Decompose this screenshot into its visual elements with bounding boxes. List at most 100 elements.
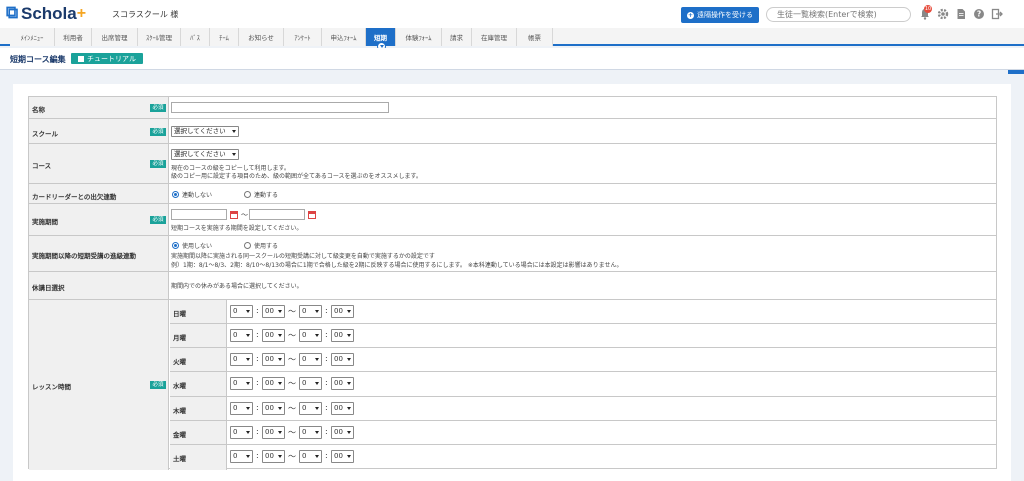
nav-tab-attendance[interactable]: 出席管理 — [92, 28, 138, 46]
main-nav: ﾒｲﾝﾒﾆｭｰ 利用者 出席管理 ｽｸｰﾙ管理 ﾊﾞｽ ﾁｰﾑ お知らせ ｱﾝｹ… — [0, 28, 1024, 74]
end-hour-select[interactable]: 0 — [299, 353, 322, 366]
chevron-down-icon — [347, 382, 351, 385]
school-select[interactable]: 選択してください — [171, 126, 239, 137]
field-label: 休講日選択 — [32, 284, 65, 292]
nav-tab-application-form[interactable]: 申込ﾌｫｰﾑ — [322, 28, 366, 46]
nav-tab-billing[interactable]: 請求 — [442, 28, 472, 46]
day-label: 水曜 — [173, 382, 186, 390]
nav-tab-inventory[interactable]: 在庫管理 — [472, 28, 517, 46]
remote-support-icon: + — [687, 11, 694, 19]
chevron-down-icon — [246, 431, 250, 434]
chevron-down-icon — [246, 310, 250, 313]
nav-tab-users[interactable]: 利用者 — [55, 28, 92, 46]
name-input[interactable] — [171, 102, 389, 113]
start-hour-select[interactable]: 0 — [230, 426, 253, 439]
nav-tab-main-menu[interactable]: ﾒｲﾝﾒﾆｭｰ — [10, 28, 55, 46]
start-minute-select[interactable]: 00 — [262, 450, 285, 463]
start-minute-select[interactable]: 00 — [262, 329, 285, 342]
nav-tab-short-term[interactable]: 短期 — [366, 28, 396, 51]
remote-support-label: 遠隔操作を受ける — [697, 11, 753, 19]
end-hour-select[interactable]: 0 — [299, 402, 322, 415]
gear-icon[interactable] — [937, 8, 949, 20]
chevron-down-icon — [347, 310, 351, 313]
start-minute-select[interactable]: 00 — [262, 402, 285, 415]
course-select[interactable]: 選択してください — [171, 149, 239, 160]
nav-tab-trial-form[interactable]: 体験ﾌｫｰﾑ — [396, 28, 442, 46]
chevron-down-icon — [278, 310, 282, 313]
remote-support-button[interactable]: + 遠隔操作を受ける — [681, 7, 759, 23]
required-badge: 必須 — [150, 160, 166, 168]
logout-icon[interactable] — [991, 8, 1003, 20]
lesson-day-row-tue: 火曜 0 : 00 〜 0 : 00 — [170, 348, 996, 372]
end-minute-select[interactable]: 00 — [331, 329, 354, 342]
lesson-day-row-wed: 水曜 0 : 00 〜 0 : 00 — [170, 372, 996, 397]
chevron-down-icon — [347, 431, 351, 434]
start-hour-select[interactable]: 0 — [230, 329, 253, 342]
chevron-down-icon — [278, 431, 282, 434]
card-reader-off-radio[interactable] — [172, 191, 179, 198]
course-edit-form: 名称 必須 スクール 必須 選択してください コース 必須 選択してください 現… — [28, 96, 997, 470]
nav-tab-news[interactable]: お知らせ — [239, 28, 284, 46]
help-icon[interactable]: ? — [973, 8, 985, 20]
start-minute-select[interactable]: 00 — [262, 426, 285, 439]
start-hour-select[interactable]: 0 — [230, 353, 253, 366]
card-reader-off-label: 連動しない — [182, 192, 213, 199]
document-icon[interactable] — [955, 8, 967, 20]
end-minute-select[interactable]: 00 — [331, 377, 354, 390]
start-hour-select[interactable]: 0 — [230, 402, 253, 415]
chevron-down-icon — [315, 431, 319, 434]
chevron-down-icon — [232, 153, 236, 156]
schola-logo[interactable]: ⧉ Schola + — [6, 4, 87, 23]
calendar-icon[interactable] — [230, 211, 238, 219]
nav-tab-survey[interactable]: ｱﾝｹｰﾄ — [284, 28, 322, 46]
grade-link-off-label: 使用しない — [182, 243, 213, 250]
field-label: 実施期間 — [32, 218, 58, 226]
start-minute-select[interactable]: 00 — [262, 377, 285, 390]
nav-tab-bus[interactable]: ﾊﾞｽ — [181, 28, 210, 46]
chevron-down-icon — [315, 310, 319, 313]
nav-tab-reports[interactable]: 帳票 — [517, 28, 553, 46]
start-minute-select[interactable]: 00 — [262, 353, 285, 366]
lesson-day-row-fri: 金曜 0 : 00 〜 0 : 00 — [170, 421, 996, 445]
chevron-down-icon — [246, 382, 250, 385]
logo-plus: + — [76, 4, 87, 22]
period-start-input[interactable] — [171, 209, 227, 220]
nav-tab-team[interactable]: ﾁｰﾑ — [210, 28, 239, 46]
calendar-icon[interactable] — [308, 211, 316, 219]
nav-tab-school-admin[interactable]: ｽｸｰﾙ管理 — [138, 28, 181, 46]
lesson-day-row-sat: 土曜 0 : 00 〜 0 : 00 — [170, 445, 996, 470]
end-minute-select[interactable]: 00 — [331, 353, 354, 366]
student-search-input[interactable] — [766, 7, 911, 22]
chevron-down-icon — [246, 407, 250, 410]
end-hour-select[interactable]: 0 — [299, 329, 322, 342]
field-label: スクール — [32, 130, 58, 138]
card-reader-on-radio[interactable] — [244, 191, 251, 198]
end-minute-select[interactable]: 00 — [331, 426, 354, 439]
start-hour-select[interactable]: 0 — [230, 305, 253, 318]
required-badge: 必須 — [150, 381, 166, 389]
tutorial-button[interactable]: チュートリアル — [71, 53, 143, 64]
start-hour-select[interactable]: 0 — [230, 377, 253, 390]
holiday-help-text: 期間内での休みがある場合に選択してください。 — [171, 283, 303, 290]
day-label: 日曜 — [173, 310, 186, 318]
period-help-text: 短期コースを実施する期間を設定してください。 — [171, 225, 303, 232]
grade-link-off-radio[interactable] — [172, 242, 179, 249]
end-minute-select[interactable]: 00 — [331, 305, 354, 318]
field-row-grade-link: 実施期間以降の短期受講の進級連動 使用しない 使用する 実施期間以降に実施される… — [29, 236, 996, 272]
end-hour-select[interactable]: 0 — [299, 450, 322, 463]
svg-text:?: ? — [977, 10, 981, 19]
page-title: 短期コース編集 — [10, 55, 66, 64]
end-hour-select[interactable]: 0 — [299, 426, 322, 439]
grade-link-on-radio[interactable] — [244, 242, 251, 249]
end-minute-select[interactable]: 00 — [331, 450, 354, 463]
chevron-down-icon — [315, 455, 319, 458]
field-row-holiday: 休講日選択 期間内での休みがある場合に選択してください。 — [29, 272, 996, 300]
period-end-input[interactable] — [249, 209, 305, 220]
end-minute-select[interactable]: 00 — [331, 402, 354, 415]
start-hour-select[interactable]: 0 — [230, 450, 253, 463]
end-hour-select[interactable]: 0 — [299, 305, 322, 318]
chevron-down-icon — [278, 334, 282, 337]
end-hour-select[interactable]: 0 — [299, 377, 322, 390]
start-minute-select[interactable]: 00 — [262, 305, 285, 318]
top-header: ⧉ Schola + スコラスクール 様 + 遠隔操作を受ける 10 ? — [0, 0, 1024, 28]
